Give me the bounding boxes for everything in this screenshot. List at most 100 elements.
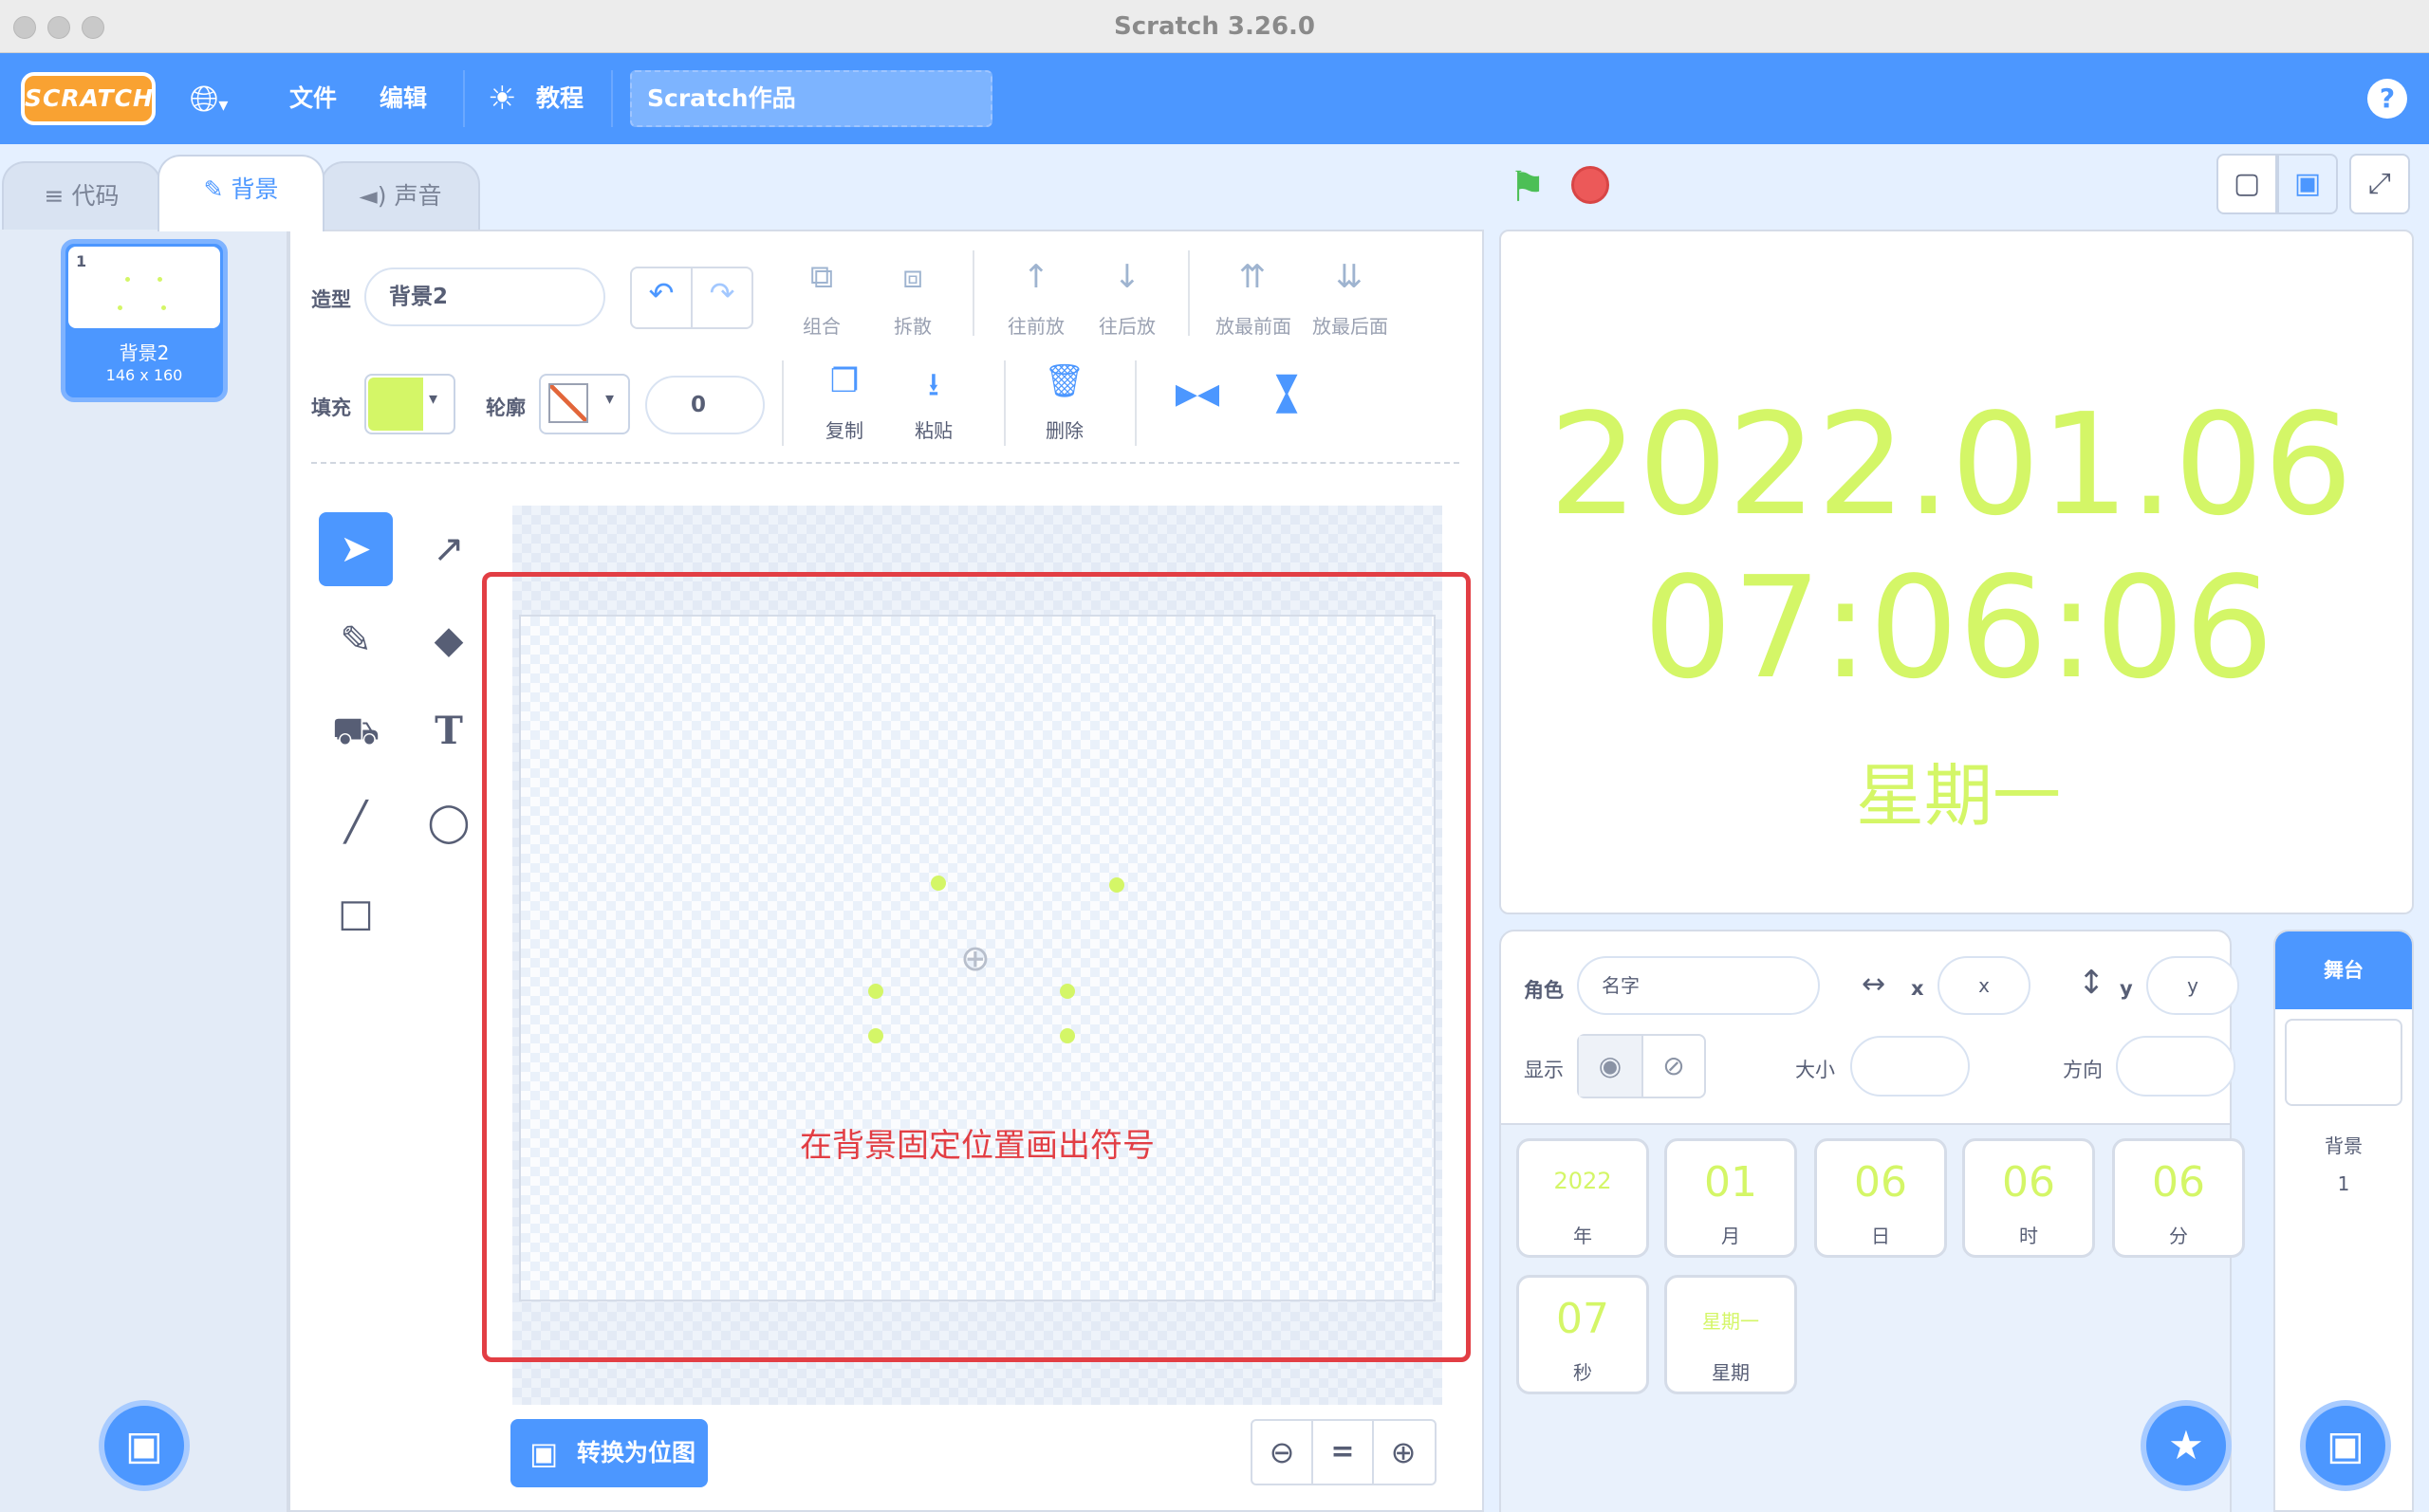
size-input[interactable] [1850,1036,1970,1097]
backdrop-thumbnail-preview [68,247,220,328]
brush-tool[interactable]: ✎ [319,603,393,677]
direction-label: 方向 [2063,1059,2103,1081]
show-label: 显示 [1524,1059,1564,1081]
ungroup-button[interactable]: 拆散 [875,311,951,339]
no-outline-icon [548,383,588,423]
forward-icon[interactable]: ↑ [1008,258,1065,296]
zoom-reset-button[interactable]: = [1313,1421,1372,1484]
eye-icon[interactable]: ◉ [1579,1036,1641,1097]
globe-icon[interactable]: 🌐︎▾ [190,53,228,144]
copy-button[interactable]: 复制 [807,415,882,443]
front-button[interactable]: 放最前面 [1205,311,1302,339]
y-input[interactable]: y [2146,956,2239,1015]
outline-width-input[interactable]: 0 [645,376,765,434]
sprite-tile[interactable]: 2022 年 [1516,1138,1649,1258]
text-tool[interactable]: T [412,694,486,768]
sprite-tile[interactable]: 06 日 [1814,1138,1947,1258]
fullscreen-icon: ⤢ [2368,167,2391,200]
help-button[interactable]: ? [2367,79,2407,119]
delete-button[interactable]: 删除 [1027,415,1103,443]
choose-backdrop-button[interactable]: ▣ [99,1400,190,1491]
convert-to-bitmap-button[interactable]: ▣ 转换为位图 [510,1419,708,1487]
project-title-input[interactable]: Scratch作品 [630,70,992,127]
zoom-in-icon[interactable]: ⊕ [1374,1421,1433,1484]
sprite-tile[interactable]: 06 时 [1962,1138,2095,1258]
sprite-tile[interactable]: 06 分 [2112,1138,2245,1258]
trash-icon[interactable]: 🗑︎ [1036,362,1093,400]
tab-sounds[interactable]: ◄) 声音 [321,161,480,230]
fullscreen-button[interactable]: ⤢ [2349,154,2410,214]
ungroup-icon[interactable]: ⧈ [884,258,941,296]
speaker-icon: ◄) [359,182,387,210]
chevron-down-icon: ▾ [605,389,615,409]
choose-sprite-button[interactable]: ★ [2141,1400,2232,1491]
sprite-label: 角色 [1524,979,1564,1002]
undo-icon[interactable]: ↶ [632,275,691,311]
flip-horizontal-icon[interactable]: ▶◀ [1169,378,1226,411]
preview-dot [158,277,162,282]
direction-input[interactable] [2116,1036,2235,1097]
stage-weekday-text: 星期一 [1855,756,2061,836]
sprite-tile[interactable]: 01 月 [1664,1138,1797,1258]
line-tool[interactable]: ╱ [319,785,393,859]
paint-bucket-icon: ⛟ [331,710,380,753]
toolbar-separator [311,462,1459,464]
paste-icon[interactable]: ⭳ [905,362,962,416]
back-icon[interactable]: ⇊ [1321,258,1378,296]
tab-code[interactable]: ≡ 代码 [2,161,161,230]
choose-backdrop-stage-button[interactable]: ▣ [2300,1400,2391,1491]
redo-icon[interactable]: ↷ [693,275,751,311]
backward-button[interactable]: 往后放 [1085,311,1169,339]
eye-slash-icon[interactable]: ⊘ [1643,1036,1704,1097]
backdrop-list-pane [0,230,288,1512]
edit-menu[interactable]: 编辑 [380,53,427,144]
rectangle-tool[interactable]: □ [319,876,393,950]
forward-button[interactable]: 往前放 [994,311,1078,339]
arrow-pointer-icon: ➤ [340,527,372,571]
image-add-icon: ▣ [2327,1422,2364,1468]
circle-tool[interactable]: ◯ [412,785,486,859]
backward-icon[interactable]: ↓ [1099,258,1156,296]
scratch-logo[interactable]: SCRATCH [21,72,156,125]
large-stage-button[interactable]: ▣ [2277,154,2338,214]
y-label: y [2120,977,2133,1000]
square-icon: □ [338,892,374,935]
stage-date-text: 2022.01.06 [1548,383,2353,546]
zoom-out-icon[interactable]: ⊖ [1252,1421,1311,1484]
group-icon[interactable]: ⧉ [793,258,850,296]
lightbulb-icon[interactable]: ☀ [488,53,516,144]
eraser-icon: ◆ [434,618,464,662]
line-icon: ╱ [343,801,368,844]
small-stage-icon: ▢ [2233,167,2261,200]
fill-tool[interactable]: ⛟ [319,694,393,768]
brush-icon: ✎ [203,175,224,203]
image-add-icon: ▣ [125,1422,163,1468]
sprite-tile[interactable]: 07 秒 [1516,1275,1649,1394]
green-flag-icon[interactable]: ⚑ [1509,163,1546,212]
paste-button[interactable]: 粘贴 [896,415,972,443]
x-input[interactable]: x [1938,956,2030,1015]
front-icon[interactable]: ⇈ [1224,258,1281,296]
code-icon: ≡ [44,182,65,210]
small-stage-button[interactable]: ▢ [2216,154,2277,214]
file-menu[interactable]: 文件 [289,53,337,144]
back-button[interactable]: 放最后面 [1302,311,1399,339]
costume-name-input[interactable]: 背景2 [364,267,605,326]
outline-label: 轮廓 [486,396,526,419]
group-button[interactable]: 组合 [784,311,860,339]
flip-vertical-icon[interactable]: ▼ ▲ [1258,370,1315,415]
costume-label: 造型 [311,288,351,311]
image-icon: ▣ [529,1435,559,1471]
sprite-tile[interactable]: 星期一 星期 [1664,1275,1797,1394]
eraser-tool[interactable]: ◆ [412,603,486,677]
menu-divider [463,70,465,127]
copy-icon[interactable]: ❐ [816,362,873,400]
sprite-name-input[interactable]: 名字 [1577,956,1820,1015]
select-tool[interactable]: ➤ [319,512,393,586]
stage-canvas[interactable]: 2022.01.06 07:06:06 星期一 [1499,230,2414,914]
tab-backdrops[interactable]: ✎ 背景 [158,155,324,231]
tutorials-menu[interactable]: 教程 [536,53,584,144]
stop-sign-icon[interactable] [1571,166,1609,204]
toolbar-divider [782,360,784,446]
reshape-tool[interactable]: ↗ [412,512,486,586]
